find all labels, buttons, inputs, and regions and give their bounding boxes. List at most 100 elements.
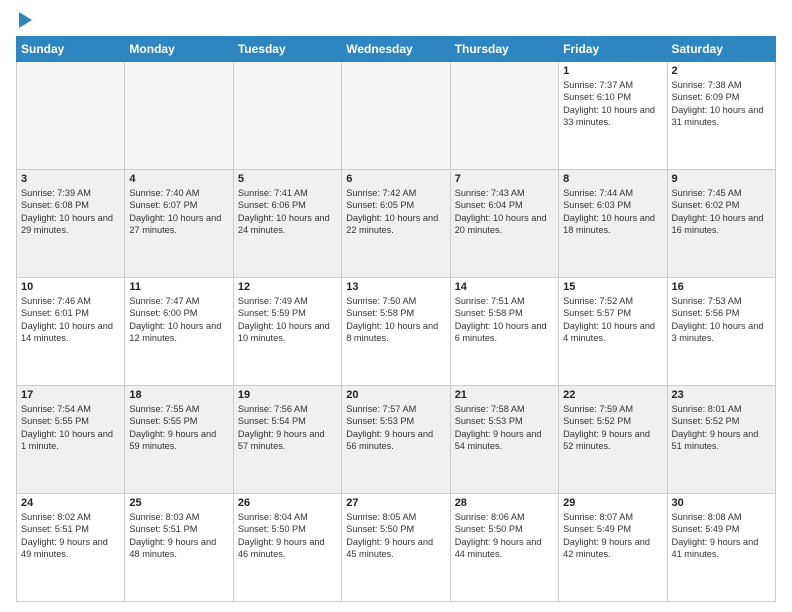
day-number: 2 <box>672 65 771 77</box>
day-number: 30 <box>672 497 771 509</box>
table-row <box>17 62 125 170</box>
table-row: 11 Sunrise: 7:47 AM Sunset: 6:00 PM Dayli… <box>125 278 233 386</box>
calendar-week-row: 3 Sunrise: 7:39 AM Sunset: 6:08 PM Daylig… <box>17 170 776 278</box>
day-number: 6 <box>346 173 445 185</box>
day-info: Sunrise: 7:37 AM Sunset: 6:10 PM Dayligh… <box>563 79 662 129</box>
day-info: Sunrise: 8:06 AM Sunset: 5:50 PM Dayligh… <box>455 511 554 561</box>
table-row: 22 Sunrise: 7:59 AM Sunset: 5:52 PM Dayli… <box>559 386 667 494</box>
day-info: Sunrise: 7:38 AM Sunset: 6:09 PM Dayligh… <box>672 79 771 129</box>
day-info: Sunrise: 7:54 AM Sunset: 5:55 PM Dayligh… <box>21 403 120 453</box>
day-number: 15 <box>563 281 662 293</box>
table-row: 17Sunrise: 7:54 AM Sunset: 5:55 PM Dayli… <box>17 386 125 494</box>
table-row: 29 Sunrise: 8:07 AM Sunset: 5:49 PM Dayli… <box>559 494 667 602</box>
table-row: 20 Sunrise: 7:57 AM Sunset: 5:53 PM Dayli… <box>342 386 450 494</box>
day-info: Sunrise: 8:07 AM Sunset: 5:49 PM Dayligh… <box>563 511 662 561</box>
day-info: Sunrise: 7:45 AM Sunset: 6:02 PM Dayligh… <box>672 187 771 237</box>
day-number: 3 <box>21 173 120 185</box>
day-info: Sunrise: 7:39 AM Sunset: 6:08 PM Dayligh… <box>21 187 120 237</box>
col-tuesday: Tuesday <box>233 37 341 62</box>
day-info: Sunrise: 7:49 AM Sunset: 5:59 PM Dayligh… <box>238 295 337 345</box>
day-info: Sunrise: 8:05 AM Sunset: 5:50 PM Dayligh… <box>346 511 445 561</box>
day-number: 21 <box>455 389 554 401</box>
day-number: 13 <box>346 281 445 293</box>
day-number: 10 <box>21 281 120 293</box>
day-number: 23 <box>672 389 771 401</box>
col-saturday: Saturday <box>667 37 775 62</box>
day-info: Sunrise: 7:50 AM Sunset: 5:58 PM Dayligh… <box>346 295 445 345</box>
col-friday: Friday <box>559 37 667 62</box>
day-number: 29 <box>563 497 662 509</box>
table-row: 25 Sunrise: 8:03 AM Sunset: 5:51 PM Dayli… <box>125 494 233 602</box>
day-info: Sunrise: 7:43 AM Sunset: 6:04 PM Dayligh… <box>455 187 554 237</box>
day-info: Sunrise: 7:56 AM Sunset: 5:54 PM Dayligh… <box>238 403 337 453</box>
day-info: Sunrise: 7:53 AM Sunset: 5:56 PM Dayligh… <box>672 295 771 345</box>
day-info: Sunrise: 7:55 AM Sunset: 5:55 PM Dayligh… <box>129 403 228 453</box>
table-row: 4Sunrise: 7:40 AM Sunset: 6:07 PM Daylig… <box>125 170 233 278</box>
page: Sunday Monday Tuesday Wednesday Thursday… <box>0 0 792 612</box>
day-info: Sunrise: 8:04 AM Sunset: 5:50 PM Dayligh… <box>238 511 337 561</box>
table-row <box>342 62 450 170</box>
day-info: Sunrise: 8:02 AM Sunset: 5:51 PM Dayligh… <box>21 511 120 561</box>
day-number: 16 <box>672 281 771 293</box>
calendar-table: Sunday Monday Tuesday Wednesday Thursday… <box>16 36 776 602</box>
table-row: 7 Sunrise: 7:43 AM Sunset: 6:04 PM Daylig… <box>450 170 558 278</box>
day-number: 25 <box>129 497 228 509</box>
table-row: 14Sunrise: 7:51 AM Sunset: 5:58 PM Dayli… <box>450 278 558 386</box>
day-number: 28 <box>455 497 554 509</box>
table-row: 28 Sunrise: 8:06 AM Sunset: 5:50 PM Dayli… <box>450 494 558 602</box>
day-info: Sunrise: 7:42 AM Sunset: 6:05 PM Dayligh… <box>346 187 445 237</box>
col-thursday: Thursday <box>450 37 558 62</box>
table-row: 27 Sunrise: 8:05 AM Sunset: 5:50 PM Dayli… <box>342 494 450 602</box>
table-row <box>125 62 233 170</box>
day-number: 9 <box>672 173 771 185</box>
col-sunday: Sunday <box>17 37 125 62</box>
day-number: 22 <box>563 389 662 401</box>
calendar-week-row: 17Sunrise: 7:54 AM Sunset: 5:55 PM Dayli… <box>17 386 776 494</box>
table-row: 21Sunrise: 7:58 AM Sunset: 5:53 PM Dayli… <box>450 386 558 494</box>
day-number: 27 <box>346 497 445 509</box>
day-number: 20 <box>346 389 445 401</box>
table-row: 24Sunrise: 8:02 AM Sunset: 5:51 PM Dayli… <box>17 494 125 602</box>
day-number: 14 <box>455 281 554 293</box>
table-row: 9 Sunrise: 7:45 AM Sunset: 6:02 PM Daylig… <box>667 170 775 278</box>
day-info: Sunrise: 7:59 AM Sunset: 5:52 PM Dayligh… <box>563 403 662 453</box>
table-row <box>450 62 558 170</box>
day-number: 11 <box>129 281 228 293</box>
table-row: 10 Sunrise: 7:46 AM Sunset: 6:01 PM Dayli… <box>17 278 125 386</box>
calendar-week-row: 1Sunrise: 7:37 AM Sunset: 6:10 PM Daylig… <box>17 62 776 170</box>
table-row: 26 Sunrise: 8:04 AM Sunset: 5:50 PM Dayli… <box>233 494 341 602</box>
day-number: 7 <box>455 173 554 185</box>
day-number: 12 <box>238 281 337 293</box>
day-info: Sunrise: 7:44 AM Sunset: 6:03 PM Dayligh… <box>563 187 662 237</box>
header <box>16 12 776 28</box>
table-row: 12 Sunrise: 7:49 AM Sunset: 5:59 PM Dayli… <box>233 278 341 386</box>
day-info: Sunrise: 7:47 AM Sunset: 6:00 PM Dayligh… <box>129 295 228 345</box>
day-number: 26 <box>238 497 337 509</box>
day-info: Sunrise: 8:03 AM Sunset: 5:51 PM Dayligh… <box>129 511 228 561</box>
day-info: Sunrise: 7:41 AM Sunset: 6:06 PM Dayligh… <box>238 187 337 237</box>
day-number: 18 <box>129 389 228 401</box>
logo-arrow-icon <box>19 12 32 28</box>
day-info: Sunrise: 7:57 AM Sunset: 5:53 PM Dayligh… <box>346 403 445 453</box>
logo <box>16 12 32 28</box>
table-row <box>233 62 341 170</box>
day-info: Sunrise: 7:46 AM Sunset: 6:01 PM Dayligh… <box>21 295 120 345</box>
table-row: 5Sunrise: 7:41 AM Sunset: 6:06 PM Daylig… <box>233 170 341 278</box>
calendar-week-row: 10 Sunrise: 7:46 AM Sunset: 6:01 PM Dayli… <box>17 278 776 386</box>
table-row: 1Sunrise: 7:37 AM Sunset: 6:10 PM Daylig… <box>559 62 667 170</box>
table-row: 19 Sunrise: 7:56 AM Sunset: 5:54 PM Dayli… <box>233 386 341 494</box>
table-row: 16 Sunrise: 7:53 AM Sunset: 5:56 PM Dayli… <box>667 278 775 386</box>
table-row: 6 Sunrise: 7:42 AM Sunset: 6:05 PM Daylig… <box>342 170 450 278</box>
calendar-header-row: Sunday Monday Tuesday Wednesday Thursday… <box>17 37 776 62</box>
calendar-week-row: 24Sunrise: 8:02 AM Sunset: 5:51 PM Dayli… <box>17 494 776 602</box>
logo-line2 <box>16 12 32 28</box>
table-row: 13 Sunrise: 7:50 AM Sunset: 5:58 PM Dayli… <box>342 278 450 386</box>
day-info: Sunrise: 7:40 AM Sunset: 6:07 PM Dayligh… <box>129 187 228 237</box>
day-number: 19 <box>238 389 337 401</box>
col-monday: Monday <box>125 37 233 62</box>
table-row: 18 Sunrise: 7:55 AM Sunset: 5:55 PM Dayli… <box>125 386 233 494</box>
table-row: 23Sunrise: 8:01 AM Sunset: 5:52 PM Dayli… <box>667 386 775 494</box>
table-row: 2 Sunrise: 7:38 AM Sunset: 6:09 PM Daylig… <box>667 62 775 170</box>
table-row: 30 Sunrise: 8:08 AM Sunset: 5:49 PM Dayli… <box>667 494 775 602</box>
day-info: Sunrise: 8:08 AM Sunset: 5:49 PM Dayligh… <box>672 511 771 561</box>
